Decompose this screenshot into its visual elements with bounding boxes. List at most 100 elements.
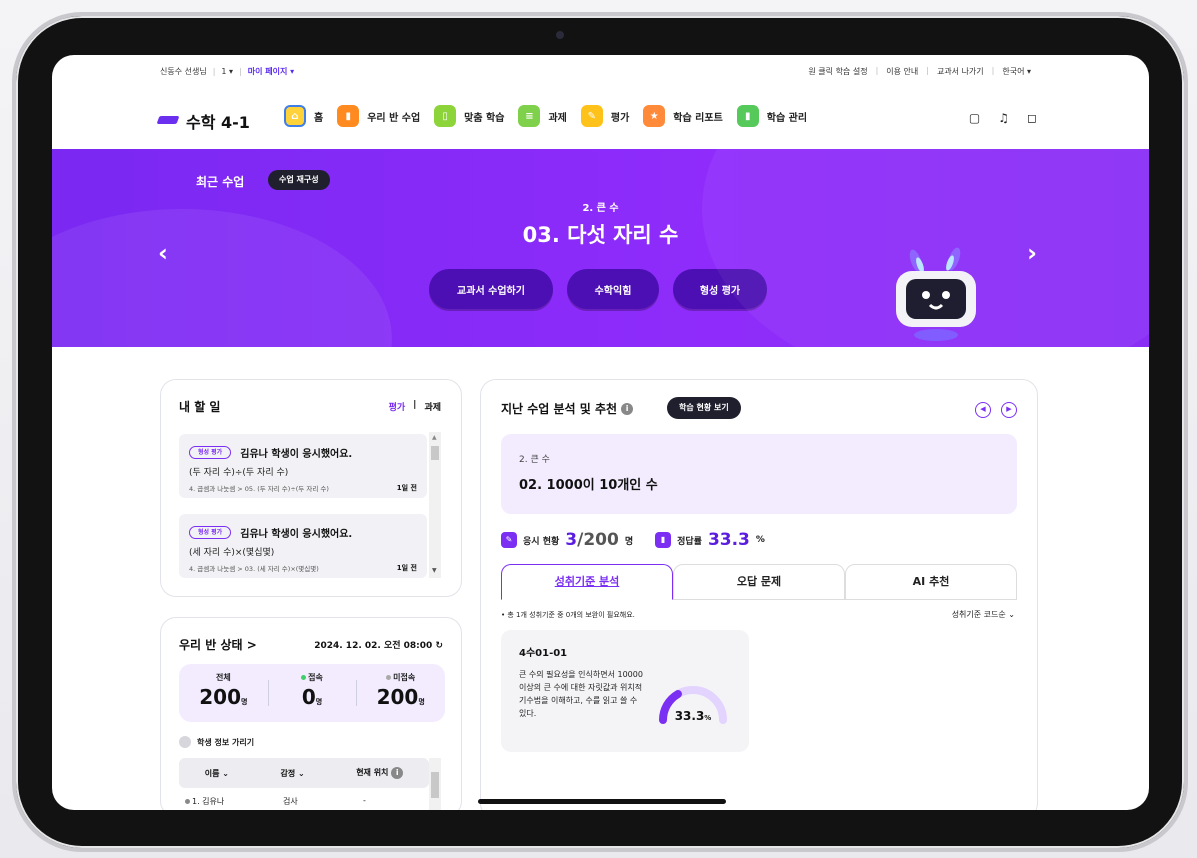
stat-unit: 명 <box>240 698 248 706</box>
student-name: 1. 김유나 <box>185 796 283 807</box>
todo-text: 김유나 학생이 응시했어요. <box>240 449 353 460</box>
lesson-title: 02. 1000이 10개인 수 <box>519 478 658 493</box>
restructure-button[interactable]: 수업 재구성 <box>268 170 330 190</box>
divider: | <box>212 67 216 76</box>
online-dot-icon <box>301 675 307 680</box>
math-practice-button[interactable]: 수학익힘 <box>567 269 659 309</box>
report-icon: ★ <box>643 105 666 127</box>
checkbox-icon[interactable] <box>179 736 191 748</box>
clipboard-icon[interactable]: ▢ <box>969 111 980 125</box>
custom-learning-icon: ▯ <box>434 105 457 127</box>
scroll-up-icon[interactable]: ▲ <box>432 434 437 441</box>
nav-item-report[interactable]: ★ 학습 리포트 <box>643 105 723 127</box>
standard-card[interactable]: 4수01-01 큰 수의 필요성을 인식하면서 10000 이상의 큰 수에 대… <box>501 630 749 752</box>
nav-item-assignment[interactable]: ≡ 과제 <box>518 105 567 127</box>
view-status-button[interactable]: 학습 현황 보기 <box>667 397 741 419</box>
metric-value: 33.3 <box>707 530 750 550</box>
offline-dot-icon <box>386 675 392 680</box>
camera-dot <box>556 31 564 39</box>
todo-path-text: 4. 곱셈과 나눗셈 > 03. (세 자리 수)×(몇십몇) <box>189 565 319 573</box>
class-select[interactable]: 1 ▾ <box>221 67 233 76</box>
sort-name-button[interactable]: 이름 ⌄ <box>205 768 229 779</box>
screen: 신동수 선생님 | 1 ▾ | 마이 페이지 ▾ 원 클릭 학습 설정 | 이용… <box>52 55 1149 810</box>
metric-unit: 명 <box>624 536 634 547</box>
todo-scrollbar[interactable]: ▲ ▼ <box>429 432 441 578</box>
tablet-stage: 신동수 선생님 | 1 ▾ | 마이 페이지 ▾ 원 클릭 학습 설정 | 이용… <box>0 0 1197 858</box>
tab-ai-recommend[interactable]: AI 추천 <box>845 564 1017 600</box>
metric-total: /200 <box>577 530 619 550</box>
robot-mascot <box>896 247 976 341</box>
prev-icon[interactable]: ◀ <box>975 402 991 418</box>
standard-code: 4수01-01 <box>519 648 568 659</box>
bell-icon[interactable]: ♫ <box>998 111 1009 125</box>
table-row[interactable]: 1. 김유나 검사 - <box>185 796 425 807</box>
refresh-icon[interactable]: ↻ <box>435 641 443 651</box>
stat-online: 접속 0명 <box>267 664 357 722</box>
todo-sub: (세 자리 수)×(몇십몇) <box>189 548 275 558</box>
todo-item[interactable]: 형성 평가 김유나 학생이 응시했어요. (두 자리 수)÷(두 자리 수) 4… <box>179 434 427 498</box>
tab-standard-analysis[interactable]: 성취기준 분석 <box>501 564 673 600</box>
tab-wrong-answers[interactable]: 오답 문제 <box>673 564 845 600</box>
chevron-right-icon[interactable]: › <box>1027 239 1037 267</box>
nav-label: 학습 리포트 <box>673 112 723 124</box>
attempt-metric: ✎ 응시 현황 3/200 명 <box>501 530 633 550</box>
stat-unit: 명 <box>418 698 425 706</box>
scroll-down-icon[interactable]: ▼ <box>432 567 437 574</box>
info-icon[interactable]: i <box>391 767 404 779</box>
lesson-unit: 2. 큰 수 <box>519 455 550 465</box>
nav-item-home[interactable]: ⌂ 홈 <box>284 105 323 127</box>
mypage-link[interactable]: 마이 페이지 ▾ <box>248 66 294 77</box>
todo-path: 4. 곱셈과 나눗셈 > 03. (세 자리 수)×(몇십몇) 1일 전 <box>189 563 417 573</box>
nav-item-custom[interactable]: ▯ 맞춤 학습 <box>434 105 504 127</box>
analysis-title-text: 지난 수업 분석 및 추천 <box>501 402 618 416</box>
scroll-thumb[interactable] <box>431 772 439 798</box>
formative-eval-button[interactable]: 형성 평가 <box>673 269 767 309</box>
stat-value: 0 <box>301 685 316 709</box>
stat-unit: 명 <box>315 698 323 706</box>
app-logo[interactable]: 수학 4-1 <box>158 109 250 133</box>
manage-icon: ▮ <box>736 105 759 127</box>
textbook-lesson-button[interactable]: 교과서 수업하기 <box>429 269 553 309</box>
guide-link[interactable]: 이용 안내 <box>886 66 918 77</box>
standard-desc: 큰 수의 필요성을 인식하면서 10000 이상의 큰 수에 대한 자릿값과 위… <box>519 670 643 718</box>
tab-evaluation[interactable]: 평가 <box>389 400 406 413</box>
hide-label: 학생 정보 가리기 <box>197 737 255 747</box>
nav-item-class[interactable]: ▮ 우리 반 수업 <box>337 105 420 127</box>
teacher-name: 신동수 선생님 <box>160 67 207 76</box>
sort-emotion-button[interactable]: 감정 ⌄ <box>280 768 304 779</box>
class-status-title[interactable]: 우리 반 상태 > <box>179 636 257 653</box>
scroll-thumb[interactable] <box>431 446 439 460</box>
oneclick-link[interactable]: 원 클릭 학습 설정 <box>808 66 867 77</box>
bar-chart-icon: ▮ <box>655 532 672 548</box>
eval-badge: 형성 평가 <box>189 526 232 539</box>
nav-label: 학습 관리 <box>766 112 808 124</box>
sort-select[interactable]: 성취기준 코드순 ⌄ <box>952 609 1015 620</box>
stat-label: 미접속 <box>393 673 416 682</box>
nav-item-manage[interactable]: ▮ 학습 관리 <box>736 105 808 127</box>
student-location: - <box>363 796 366 805</box>
exit-textbook-link[interactable]: 교과서 나가기 <box>937 66 984 77</box>
todo-item[interactable]: 형성 평가 김유나 학생이 응시했어요. (세 자리 수)×(몇십몇) 4. 곱… <box>179 514 427 578</box>
nav-label: 과제 <box>548 112 567 124</box>
next-icon[interactable]: ▶ <box>1001 402 1017 418</box>
stat-value: 200 <box>199 685 241 709</box>
nav-item-evaluation[interactable]: ✎ 평가 <box>580 105 629 127</box>
graduation-cap-icon <box>158 114 178 128</box>
home-indicator[interactable] <box>478 799 726 804</box>
todo-card: 내 할 일 평가 | 과제 형성 평가 김유나 학생이 응시했어요. (두 자리… <box>160 379 462 597</box>
todo-sub: (두 자리 수)÷(두 자리 수) <box>189 468 289 478</box>
student-scrollbar[interactable] <box>429 758 441 810</box>
chat-icon[interactable]: ◻ <box>1027 111 1037 125</box>
nav-tools: ▢ ♫ ◻ <box>969 111 1037 125</box>
stat-total: 전체 200명 <box>179 664 268 722</box>
main-nav: 수학 4-1 ⌂ 홈 ▮ 우리 반 수업 ▯ 맞춤 학습 ≡ 과제 ✎ 평가 ★… <box>52 101 1149 141</box>
student-emotion: 검사 <box>283 797 298 806</box>
hide-student-info-toggle[interactable]: 학생 정보 가리기 <box>179 736 254 748</box>
todo-tabs: 평가 | 과제 <box>389 400 441 413</box>
tab-assignment[interactable]: 과제 <box>424 400 441 413</box>
divider: | <box>926 66 929 75</box>
language-select[interactable]: 한국어 ▾ <box>1002 66 1031 77</box>
info-icon[interactable]: i <box>621 402 634 415</box>
metrics-row: ✎ 응시 현황 3/200 명 ▮ 정답률 33.3 % <box>501 530 765 550</box>
divider: | <box>875 66 879 75</box>
